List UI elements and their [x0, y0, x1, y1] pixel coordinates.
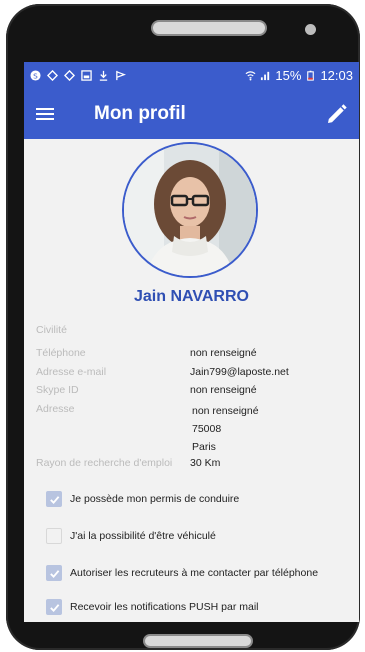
svg-text:S: S — [33, 71, 38, 80]
checkbox-row-vehicule[interactable]: J'ai la possibilité d'être véhiculé — [46, 528, 216, 544]
label-adresse: Adresse — [36, 403, 75, 415]
checkbox-label-notifications: Recevoir les notifications PUSH par mail — [70, 601, 259, 613]
signal-icon — [261, 71, 270, 81]
checkmark-icon — [49, 495, 59, 504]
wifi-icon — [245, 71, 256, 81]
label-email: Adresse e-mail — [36, 366, 107, 378]
image-icon — [81, 70, 92, 81]
value-adresse-line1: non renseigné — [192, 405, 259, 417]
front-camera — [305, 24, 316, 35]
menu-icon[interactable] — [36, 107, 56, 121]
earpiece — [151, 20, 267, 36]
value-rayon: 30 Km — [190, 457, 221, 469]
value-adresse-postcode: 75008 — [192, 423, 222, 435]
home-button[interactable] — [143, 634, 253, 648]
checkmark-icon — [49, 603, 59, 612]
checkbox-permis[interactable] — [46, 491, 62, 507]
battery-icon — [307, 70, 315, 81]
status-bar: S 15% 12:03 — [24, 62, 359, 89]
value-adresse-city: Paris — [192, 441, 216, 453]
checkbox-vehicule[interactable] — [46, 528, 62, 544]
clock: 12:03 — [320, 68, 353, 83]
profile-photo-icon — [124, 144, 256, 276]
checkbox-label-vehicule: J'ai la possibilité d'être véhiculé — [70, 530, 216, 542]
app-notification-icon: S — [30, 70, 41, 81]
label-skype: Skype ID — [36, 384, 79, 396]
app-bar: Mon profil — [24, 89, 359, 139]
flag-icon — [116, 70, 126, 81]
checkbox-notifications[interactable] — [46, 599, 62, 615]
location-icon-2 — [64, 70, 75, 81]
page-title: Mon profil — [94, 103, 186, 124]
label-rayon: Rayon de recherche d'emploi — [36, 457, 173, 469]
label-civilite: Civilité — [36, 324, 67, 336]
label-telephone: Téléphone — [36, 347, 86, 359]
profile-name: Jain NAVARRO — [134, 288, 249, 305]
checkmark-icon — [49, 569, 59, 578]
screen: S 15% 12:03 Mon profil Jain NAVARRO Civi… — [24, 62, 359, 622]
value-email: Jain799@laposte.net — [190, 366, 289, 378]
checkbox-row-permis[interactable]: Je possède mon permis de conduire — [46, 491, 239, 507]
value-skype: non renseigné — [190, 384, 257, 396]
checkbox-label-contact-telephone: Autoriser les recruteurs à me contacter … — [70, 567, 319, 579]
avatar — [122, 142, 258, 278]
download-icon — [99, 70, 108, 81]
checkbox-row-notifications[interactable]: Recevoir les notifications PUSH par mail — [46, 599, 259, 615]
edit-pencil-icon[interactable] — [325, 102, 349, 126]
checkbox-label-permis: Je possède mon permis de conduire — [70, 493, 240, 505]
checkbox-contact-telephone[interactable] — [46, 565, 62, 581]
checkbox-row-contact-telephone[interactable]: Autoriser les recruteurs à me contacter … — [46, 565, 318, 581]
value-telephone: non renseigné — [190, 347, 257, 359]
location-icon — [47, 70, 58, 81]
battery-percent: 15% — [275, 68, 302, 83]
